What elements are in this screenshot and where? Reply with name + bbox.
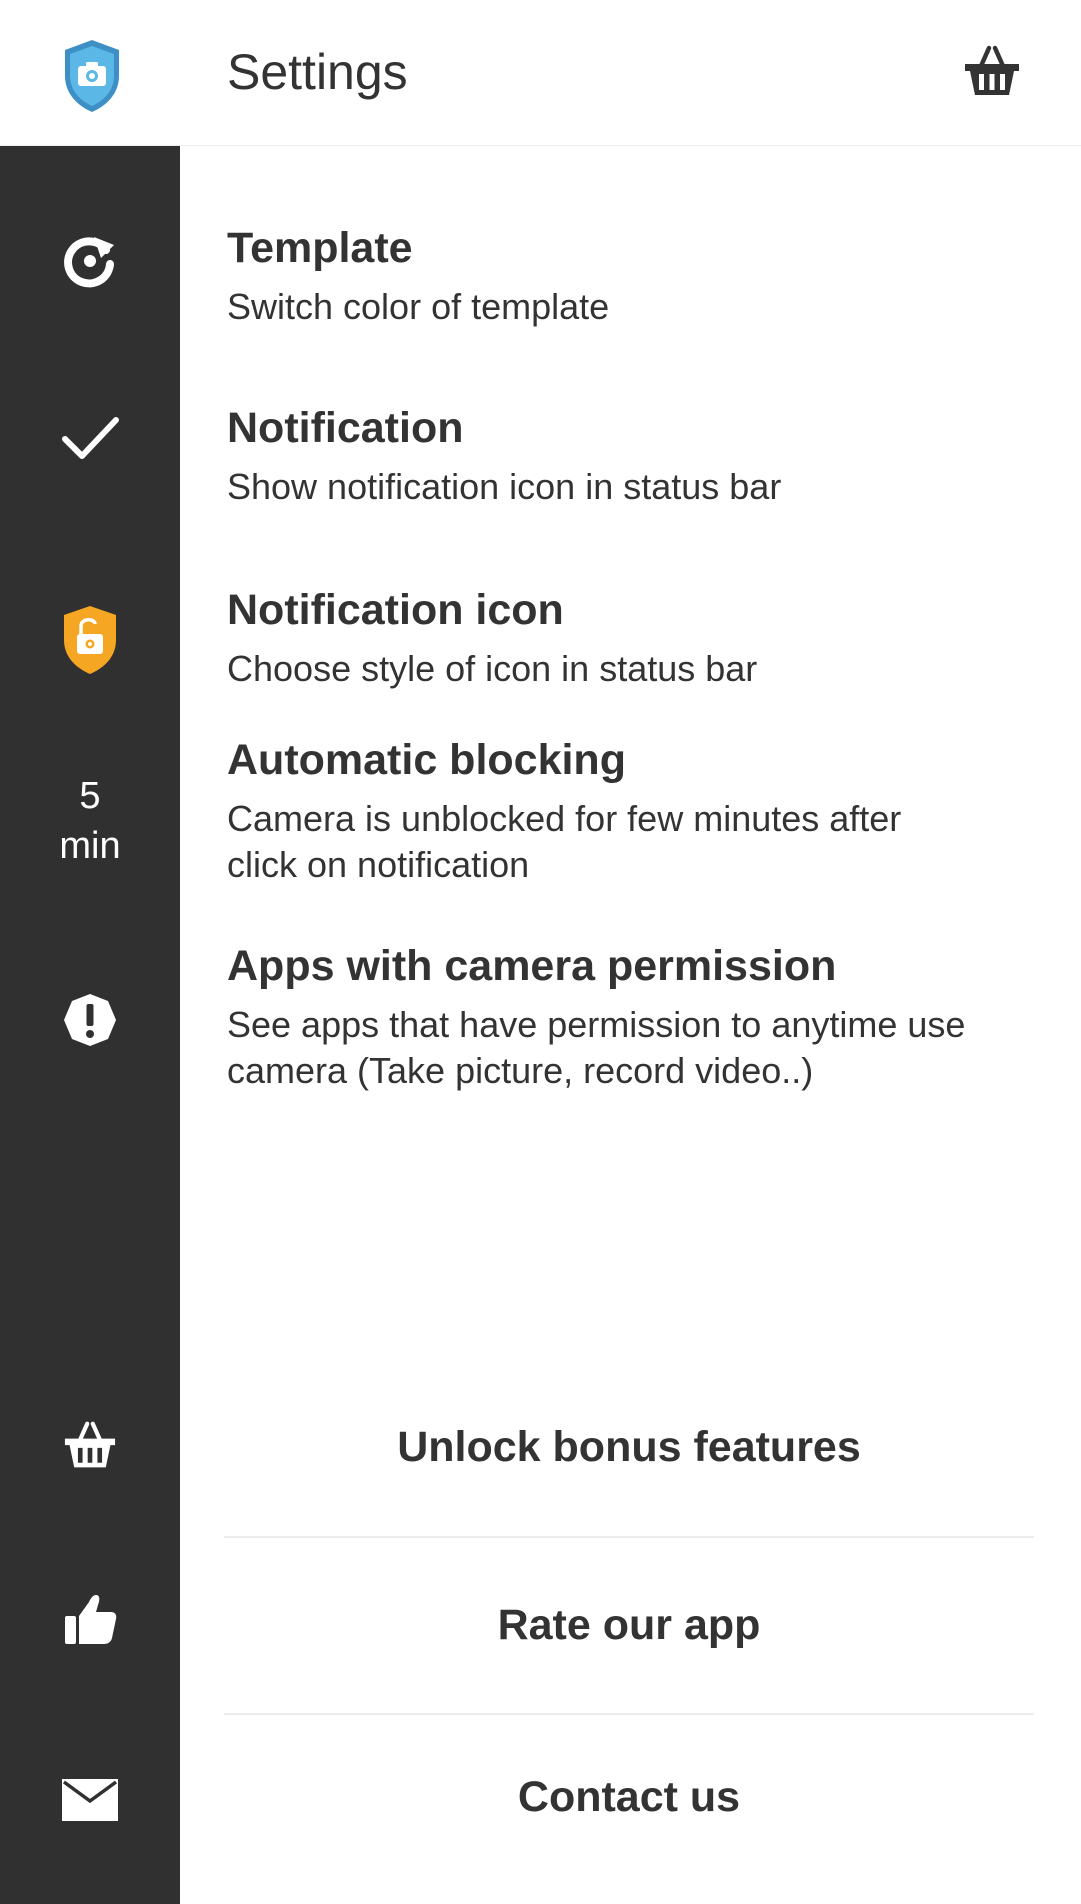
- contact-us-button[interactable]: Contact us: [224, 1710, 1034, 1884]
- refresh-button[interactable]: [0, 211, 180, 311]
- store-button[interactable]: [0, 1396, 180, 1496]
- contact-button[interactable]: [0, 1750, 180, 1850]
- alert-icon: [63, 993, 117, 1047]
- sidebar: 5 min: [0, 146, 180, 1904]
- rate-app-button[interactable]: Rate our app: [224, 1538, 1034, 1712]
- setting-title: Template: [227, 224, 413, 272]
- unlock-shield-icon: [61, 604, 119, 676]
- basket-icon[interactable]: [962, 42, 1022, 102]
- setting-title: Automatic blocking: [227, 736, 626, 784]
- setting-description-line: camera (Take picture, record video..): [227, 1050, 814, 1091]
- setting-description-line: Camera is unblocked for few minutes afte…: [227, 798, 902, 839]
- setting-template[interactable]: Template Switch color of template: [227, 222, 1047, 330]
- setting-notification-icon[interactable]: Notification icon Choose style of icon i…: [227, 584, 1047, 692]
- rate-button[interactable]: [0, 1570, 180, 1670]
- setting-camera-permission-apps[interactable]: Apps with camera permission See apps tha…: [227, 940, 1047, 1094]
- setting-description-line: See apps that have permission to anytime…: [227, 1004, 966, 1045]
- refresh-icon: [61, 232, 119, 290]
- camera-lock-button[interactable]: [0, 590, 180, 690]
- thumbs-up-icon: [62, 1592, 118, 1648]
- timer-label: 5 min: [59, 775, 121, 867]
- setting-description-line: click on notification: [227, 844, 530, 885]
- setting-description: Show notification icon in status bar: [227, 466, 782, 507]
- timer-button[interactable]: 5 min: [0, 766, 180, 876]
- setting-automatic-blocking[interactable]: Automatic blocking Camera is unblocked f…: [227, 734, 1047, 888]
- mail-icon: [62, 1779, 118, 1821]
- setting-description: Choose style of icon in status bar: [227, 648, 758, 689]
- alert-button[interactable]: [0, 970, 180, 1070]
- shield-camera-icon: [62, 38, 122, 114]
- setting-title: Notification icon: [227, 586, 564, 634]
- setting-title: Notification: [227, 404, 464, 452]
- checkmark-icon: [60, 413, 120, 463]
- app-header: Settings: [0, 0, 1081, 146]
- page-title: Settings: [227, 44, 408, 100]
- setting-title: Apps with camera permission: [227, 942, 837, 990]
- basket-icon: [62, 1420, 118, 1472]
- unlock-bonus-button[interactable]: Unlock bonus features: [224, 1360, 1034, 1534]
- check-button[interactable]: [0, 388, 180, 488]
- setting-notification[interactable]: Notification Show notification icon in s…: [227, 402, 1047, 510]
- setting-description: Switch color of template: [227, 286, 610, 327]
